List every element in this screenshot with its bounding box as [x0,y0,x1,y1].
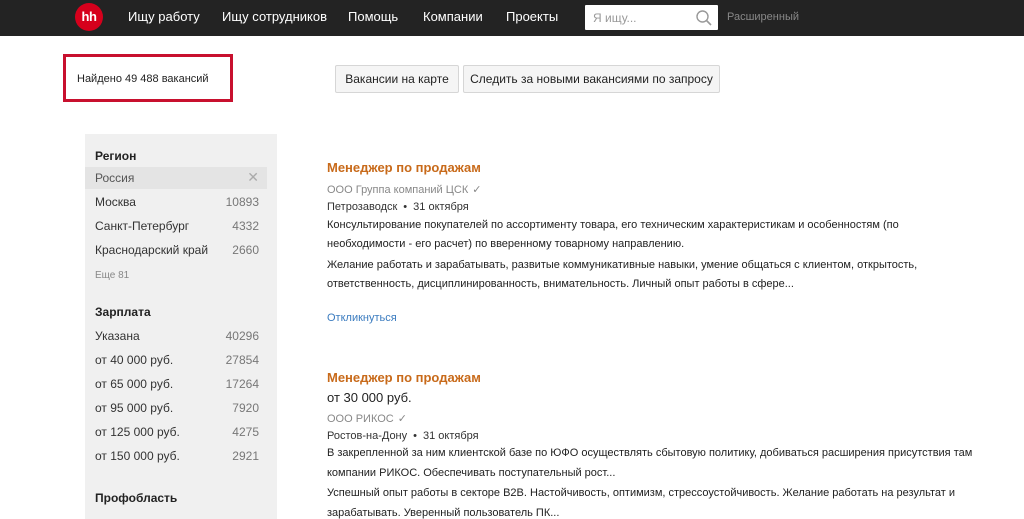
filter-label: от 125 000 руб. [95,425,180,439]
filter-label: Указана [95,329,140,343]
nav-companies[interactable]: Компании [423,9,483,24]
filter-region-item[interactable]: Санкт-Петербург 4332 [85,215,267,237]
filter-count: 4275 [232,425,259,439]
filter-label: от 95 000 руб. [95,401,174,415]
clear-filter-icon[interactable]: ✕ [247,169,259,186]
nav-help[interactable]: Помощь [348,9,398,24]
vacancy-company[interactable]: ООО Группа компаний ЦСК ✓ [327,183,481,196]
vacancy-requirements: Желание работать и зарабатывать, развиты… [327,259,918,271]
vacancy-company[interactable]: ООО РИКОС ✓ [327,412,407,425]
filter-count: 7920 [232,401,259,415]
vacancy-requirements: Успешный опыт работы в секторе B2B. Наст… [327,487,956,499]
filter-salary-item[interactable]: от 40 000 руб. 27854 [85,349,267,371]
filter-heading-region: Регион [95,149,137,163]
advanced-search-link[interactable]: Расширенный [727,11,799,23]
vacancies-on-map-button[interactable]: Вакансии на карте [335,65,459,93]
filter-salary-item[interactable]: от 125 000 руб. 4275 [85,421,267,443]
subscribe-to-query-button[interactable]: Следить за новыми вакансиями по запросу [463,65,720,93]
results-count: Найдено 49 488 вакансий [77,73,209,85]
vacancy-description: компании РИКОС. Обеспечивать поступатель… [327,467,616,479]
filter-region-item[interactable]: Краснодарский край 2660 [85,239,267,261]
filters-sidebar: Регион Россия ✕ Москва 10893 Санкт-Петер… [85,134,277,519]
hh-logo[interactable]: hh [75,3,103,31]
show-more-regions-link[interactable]: Еще 81 [95,270,129,281]
respond-link[interactable]: Откликнуться [327,312,397,324]
vacancy-meta: Ростов-на-Дону • 31 октября [327,430,479,442]
vacancy-meta: Петрозаводск • 31 октября [327,201,469,213]
filter-label: Краснодарский край [95,243,209,257]
filter-count: 4332 [232,219,259,233]
search-box [585,5,718,30]
nav-find-job[interactable]: Ищу работу [128,9,200,24]
verified-check-icon: ✓ [397,413,407,425]
filter-heading-salary: Зарплата [95,305,151,319]
filter-label: от 40 000 руб. [95,353,174,367]
filter-label: от 150 000 руб. [95,449,180,463]
filter-label: Москва [95,195,136,209]
filter-count: 40296 [225,329,259,343]
search-input[interactable] [585,5,690,30]
vacancy-salary: от 30 000 руб. [327,390,412,405]
filter-salary-item[interactable]: Указана 40296 [85,325,267,347]
vacancy-title-link[interactable]: Менеджер по продажам [327,370,481,385]
nav-find-employees[interactable]: Ищу сотрудников [222,9,327,24]
filter-count: 17264 [225,377,259,391]
filter-count: 2660 [232,243,259,257]
filter-salary-item[interactable]: от 65 000 руб. 17264 [85,373,267,395]
vacancy-requirements: зарабатывать. Уверенный пользователь ПК.… [327,507,560,519]
top-navigation-bar: hh Ищу работу Ищу сотрудников Помощь Ком… [0,0,1024,36]
vacancy-city: Петрозаводск [327,201,398,213]
filter-heading-profarea: Профобласть [95,491,178,505]
verified-check-icon: ✓ [472,184,482,196]
filter-label: Санкт-Петербург [95,219,190,233]
filter-salary-item[interactable]: от 95 000 руб. 7920 [85,397,267,419]
vacancy-date: 31 октября [423,430,479,442]
vacancy-description: необходимости - его расчет) по вверенном… [327,238,685,250]
filter-label: от 65 000 руб. [95,377,174,391]
filter-count: 27854 [225,353,259,367]
filter-region-selected[interactable]: Россия ✕ [85,167,267,189]
filter-count: 2921 [232,449,259,463]
filter-label: Россия [95,171,135,185]
filter-region-item[interactable]: Москва 10893 [85,191,267,213]
search-icon[interactable] [695,9,713,27]
nav-projects[interactable]: Проекты [506,9,558,24]
filter-salary-item[interactable]: от 150 000 руб. 2921 [85,445,267,467]
vacancy-title-link[interactable]: Менеджер по продажам [327,160,481,175]
vacancy-description: В закрепленной за ним клиентской базе по… [327,447,973,459]
vacancy-city: Ростов-на-Дону [327,430,408,442]
filter-count: 10893 [225,195,259,209]
vacancy-requirements: ответственность, дисциплинированность, в… [327,278,794,290]
vacancy-date: 31 октября [413,201,469,213]
vacancy-description: Консультирование покупателей по ассортим… [327,219,899,231]
